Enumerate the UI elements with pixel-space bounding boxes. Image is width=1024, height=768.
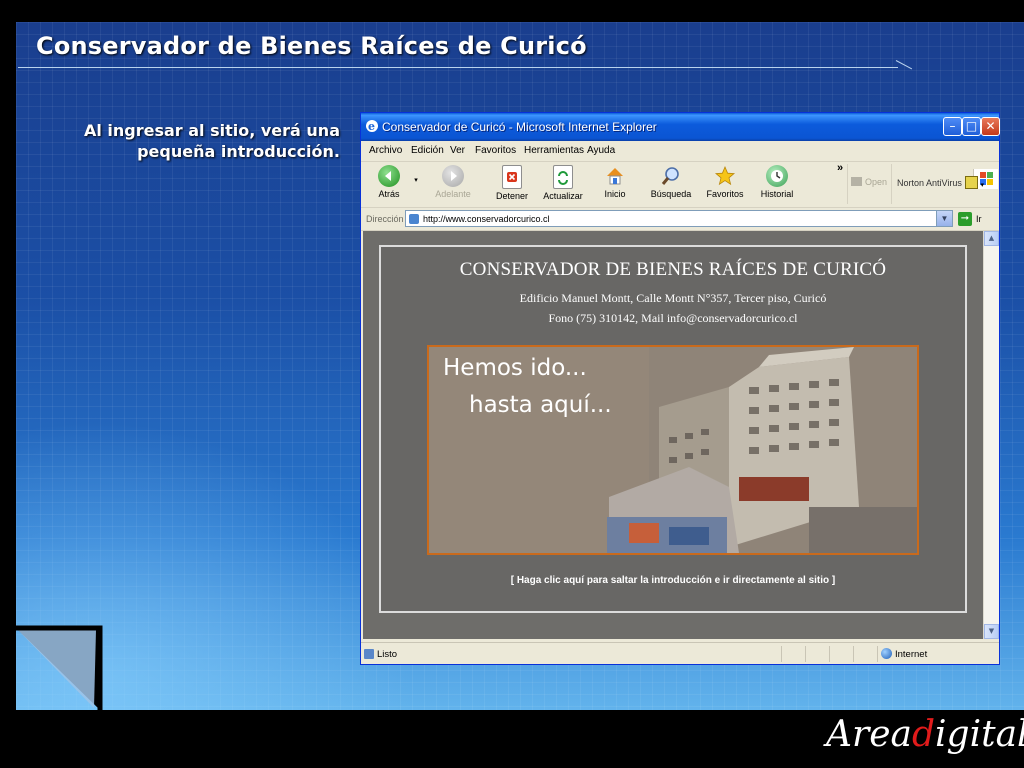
- star-icon: [714, 165, 736, 187]
- skip-intro-link[interactable]: [ Haga clic aquí para saltar la introduc…: [381, 575, 965, 586]
- toolbar-separator-2: [891, 164, 892, 204]
- history-icon: [766, 165, 788, 187]
- forward-button[interactable]: Adelante: [427, 165, 479, 199]
- home-button[interactable]: Inicio: [597, 165, 633, 199]
- slide-caption: Al ingresar al sitio, verá una pequeña i…: [83, 121, 340, 161]
- back-label: Atrás: [378, 189, 400, 199]
- refresh-button[interactable]: Actualizar: [539, 165, 587, 201]
- title-rule: [18, 67, 898, 68]
- maximize-icon: □: [965, 119, 978, 133]
- open-button[interactable]: Open: [851, 177, 889, 187]
- stop-button[interactable]: Detener: [489, 165, 535, 201]
- norton-antivirus-button[interactable]: Norton AntiVirus: [897, 178, 965, 188]
- open-label: Open: [865, 177, 888, 187]
- standard-toolbar: Atrás ▾ Adelante Detener Actualizar Inic…: [361, 162, 999, 208]
- logo-text-part1: Area: [826, 714, 912, 755]
- menu-herramientas[interactable]: Herramientas: [524, 145, 584, 156]
- menu-favoritos[interactable]: Favoritos: [475, 145, 516, 156]
- svg-text:e: e: [368, 120, 375, 133]
- security-zone: Internet: [895, 649, 928, 660]
- address-bar: Dirección http://www.conservadorcurico.c…: [361, 208, 999, 231]
- menu-ayuda[interactable]: Ayuda: [587, 145, 615, 156]
- back-arrow-icon: [378, 165, 400, 187]
- menu-archivo[interactable]: Archivo: [369, 145, 402, 156]
- page-viewport: CONSERVADOR DE BIENES RAÍCES DE CURICÓ E…: [363, 231, 983, 639]
- banner-text-line1: Hemos ido...: [443, 355, 587, 381]
- scroll-down-icon[interactable]: ▼: [984, 624, 999, 639]
- page-icon: [409, 214, 419, 224]
- search-label: Búsqueda: [650, 189, 692, 199]
- refresh-label: Actualizar: [543, 191, 583, 201]
- top-band: [0, 0, 1024, 22]
- toolbar-overflow[interactable]: »: [835, 162, 845, 174]
- address-value: http://www.conservadorcurico.cl: [423, 214, 550, 224]
- status-separator: [877, 646, 878, 662]
- scroll-up-icon[interactable]: ▲: [984, 231, 999, 246]
- search-button[interactable]: Búsqueda: [649, 165, 693, 199]
- status-bar: Listo Internet: [361, 642, 999, 665]
- history-label: Historial: [760, 189, 794, 199]
- close-button[interactable]: ✕: [981, 117, 1000, 136]
- ie-window: e Conservador de Curicó - Microsoft Inte…: [360, 112, 1000, 665]
- address-dropdown-icon[interactable]: ▼: [936, 211, 952, 226]
- stop-label: Detener: [495, 191, 529, 201]
- stop-icon: [502, 165, 522, 189]
- menu-ver[interactable]: Ver: [450, 145, 465, 156]
- status-separator: [805, 646, 806, 662]
- go-label[interactable]: Ir: [976, 214, 982, 224]
- minimize-icon: –: [949, 119, 956, 133]
- norton-menu[interactable]: ▾: [965, 176, 995, 189]
- forward-arrow-icon: [442, 165, 464, 187]
- folder-icon: [851, 177, 862, 186]
- site-address-line: Edificio Manuel Montt, Calle Montt N°357…: [519, 291, 827, 305]
- window-title: Conservador de Curicó - Microsoft Intern…: [382, 120, 657, 134]
- toolbar-separator: [847, 164, 848, 204]
- menu-edicion[interactable]: Edición: [411, 145, 444, 156]
- slide-title: Conservador de Bienes Raíces de Curicó: [36, 32, 587, 60]
- areadigital-logo: Areadigital: [826, 714, 1024, 755]
- page-status-icon: [364, 649, 374, 659]
- slide: Conservador de Bienes Raíces de Curicó A…: [0, 0, 1024, 768]
- site-contact-line: Fono (75) 310142, Mail info@conservadorc…: [548, 311, 798, 325]
- banner-text-line2: hasta aquí...: [469, 392, 612, 418]
- norton-dropdown-icon: ▾: [980, 182, 985, 189]
- intro-frame: CONSERVADOR DE BIENES RAÍCES DE CURICÓ E…: [379, 245, 967, 613]
- status-text: Listo: [377, 649, 398, 660]
- page-curl-corner: [16, 625, 103, 710]
- close-icon: ✕: [985, 119, 996, 133]
- window-titlebar[interactable]: e Conservador de Curicó - Microsoft Inte…: [361, 113, 1000, 141]
- favorites-button[interactable]: Favoritos: [703, 165, 747, 199]
- back-dropdown[interactable]: ▾: [411, 176, 421, 184]
- home-icon: [604, 165, 626, 187]
- ie-icon: e: [366, 120, 378, 133]
- go-arrow-icon[interactable]: ➞: [958, 212, 972, 226]
- status-separator: [781, 646, 782, 662]
- norton-icon: [965, 176, 978, 189]
- home-label: Inicio: [604, 189, 626, 199]
- address-label: Dirección: [366, 214, 404, 224]
- logo-text-part2: igital: [935, 714, 1024, 755]
- history-button[interactable]: Historial: [757, 165, 797, 199]
- minimize-button[interactable]: –: [943, 117, 962, 136]
- menu-bar: Archivo Edición Ver Favoritos Herramient…: [361, 141, 999, 189]
- vertical-scrollbar[interactable]: ▲ ▼: [983, 231, 999, 639]
- back-button[interactable]: Atrás: [369, 165, 409, 199]
- maximize-button[interactable]: □: [962, 117, 981, 136]
- site-heading: CONSERVADOR DE BIENES RAÍCES DE CURICÓ: [459, 259, 887, 280]
- status-separator: [829, 646, 830, 662]
- logo-text-accent: d: [911, 714, 936, 755]
- intro-banner[interactable]: Hemos ido... hasta aquí...: [427, 345, 919, 555]
- forward-label: Adelante: [435, 189, 471, 199]
- address-input[interactable]: http://www.conservadorcurico.cl ▼: [405, 210, 953, 227]
- globe-icon: [881, 648, 892, 659]
- search-icon: [660, 165, 682, 187]
- status-separator: [853, 646, 854, 662]
- favorites-label: Favoritos: [706, 189, 744, 199]
- refresh-icon: [553, 165, 573, 189]
